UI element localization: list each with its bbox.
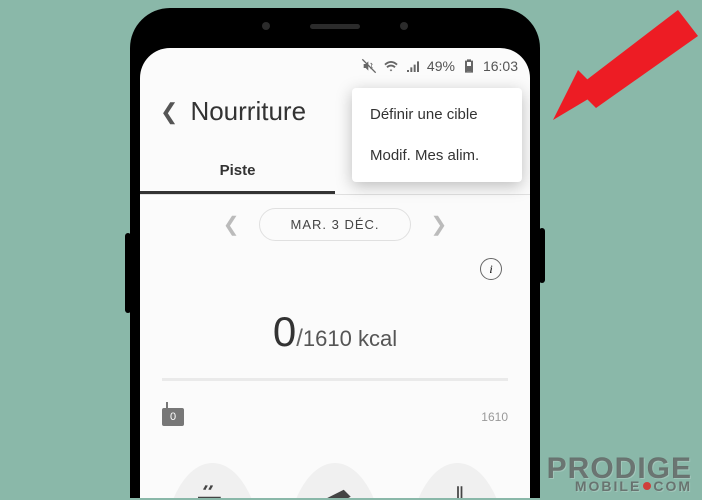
signal-icon (405, 58, 421, 74)
date-label[interactable]: MAR. 3 DÉC. (259, 208, 410, 241)
progress-scale: 0 1610 (162, 408, 508, 426)
dot-separator-icon (643, 482, 651, 490)
date-picker: ❮ MAR. 3 DÉC. ❯ (140, 206, 530, 243)
phone-frame: 49% 16:03 ❮ Nourriture Piste ❮ MAR. 3 DÉ… (130, 8, 540, 498)
watermark: PRODIGE MOBILE COM (547, 457, 692, 492)
watermark-line2b: COM (653, 481, 692, 492)
battery-percent: 49% (427, 58, 455, 74)
meal-dinner[interactable] (407, 463, 508, 498)
tab-piste[interactable]: Piste (140, 152, 335, 194)
overflow-menu: Définir une cible Modif. Mes alim. (352, 88, 522, 182)
date-next-icon[interactable]: ❯ (423, 206, 456, 243)
kcal-unit: kcal (358, 326, 397, 351)
screen: 49% 16:03 ❮ Nourriture Piste ❮ MAR. 3 DÉ… (140, 48, 530, 498)
back-icon[interactable]: ❮ (160, 99, 178, 125)
sandwich-icon (314, 481, 356, 498)
header: ❮ Nourriture (160, 96, 306, 127)
page-title: Nourriture (190, 96, 306, 127)
mute-icon (361, 58, 377, 74)
kcal-summary: 0/1610 kcal (140, 308, 530, 356)
progress-min-flag: 0 (162, 408, 184, 426)
meal-lunch[interactable] (285, 463, 386, 498)
bowl-icon (437, 481, 479, 498)
meal-breakfast[interactable] (162, 463, 263, 498)
kcal-current: 0 (273, 308, 296, 355)
progress-max-label: 1610 (481, 410, 508, 424)
annotation-arrow-icon (548, 10, 698, 130)
watermark-line2a: MOBILE (575, 481, 641, 492)
wifi-icon (383, 58, 399, 74)
date-prev-icon[interactable]: ❮ (215, 206, 248, 243)
coffee-icon (191, 481, 233, 498)
meal-row (162, 463, 508, 498)
progress-bar (162, 378, 508, 381)
clock-time: 16:03 (483, 58, 518, 74)
menu-item-target[interactable]: Définir une cible (352, 94, 522, 135)
status-bar: 49% 16:03 (361, 54, 518, 78)
kcal-target: 1610 (303, 326, 352, 351)
info-icon[interactable]: i (480, 258, 502, 280)
menu-item-edit-food[interactable]: Modif. Mes alim. (352, 135, 522, 176)
battery-icon (461, 58, 477, 74)
screenshot-stage: 49% 16:03 ❮ Nourriture Piste ❮ MAR. 3 DÉ… (0, 0, 702, 500)
